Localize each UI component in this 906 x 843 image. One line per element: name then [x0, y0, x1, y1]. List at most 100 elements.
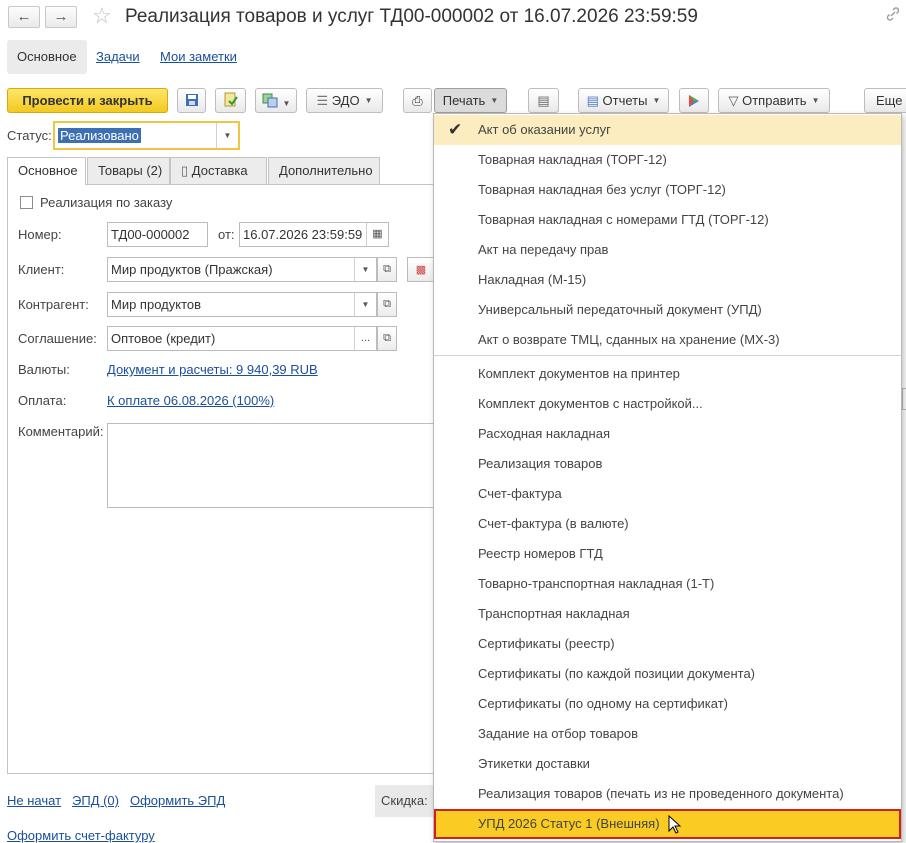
arrow-left-icon: ←	[16, 8, 32, 25]
menu-item-doc-set-printer[interactable]: Комплект документов на принтер	[434, 359, 901, 389]
counterparty-label: Контрагент:	[18, 297, 89, 312]
menu-item-torg12-no-services[interactable]: Товарная накладная без услуг (ТОРГ-12)	[434, 175, 901, 205]
client-field[interactable]: Мир продуктов (Пражская) ▼	[107, 257, 377, 282]
client-label: Клиент:	[18, 262, 65, 277]
menu-item-picking-task[interactable]: Задание на отбор товаров	[434, 719, 901, 749]
agreement-label: Соглашение:	[18, 331, 97, 346]
share-button[interactable]	[679, 88, 709, 113]
form-tab-additional[interactable]: Дополнительно	[268, 157, 380, 184]
link-icon[interactable]	[885, 6, 901, 27]
tab-tasks[interactable]: Задачи	[86, 40, 150, 74]
card-icon: ▩	[415, 264, 427, 276]
tab-main[interactable]: Основное	[7, 40, 87, 74]
tab-my-notes[interactable]: Мои заметки	[150, 40, 247, 74]
menu-item-tax-invoice[interactable]: Счет-фактура	[434, 479, 901, 509]
edo-label: ЭДО	[331, 93, 360, 108]
send-icon: ▽	[728, 93, 739, 108]
open-icon: ⧉	[383, 263, 391, 275]
menu-item-torg12[interactable]: Товарная накладная (ТОРГ-12)	[434, 145, 901, 175]
number-field[interactable]: ТД00-000002	[107, 222, 208, 247]
open-client-button[interactable]: ⧉	[377, 257, 397, 282]
payment-label: Оплата:	[18, 393, 67, 408]
client-value: Мир продуктов (Пражская)	[111, 262, 273, 277]
post-button[interactable]	[215, 88, 246, 113]
more-button[interactable]: Еще	[864, 88, 906, 113]
client-card-button[interactable]: ▩	[407, 257, 435, 282]
menu-item-certificates-one[interactable]: Сертификаты (по одному на сертификат)	[434, 689, 901, 719]
edo-icon: ☰	[316, 93, 329, 108]
chevron-down-icon[interactable]: ▼	[354, 258, 376, 281]
comment-label: Комментарий:	[18, 424, 104, 439]
menu-item-certificates-each[interactable]: Сертификаты (по каждой позиции документа…	[434, 659, 901, 689]
menu-item-1t[interactable]: Товарно-транспортная накладная (1-Т)	[434, 569, 901, 599]
currency-link[interactable]: Документ и расчеты: 9 940,39 RUB	[107, 362, 318, 377]
by-order-label: Реализация по заказу	[40, 195, 173, 210]
agreement-value: Оптовое (кредит)	[111, 331, 216, 346]
form-tab-delivery[interactable]: ▯ Доставка	[170, 157, 267, 184]
mouse-cursor-icon	[668, 814, 682, 838]
menu-item-gtd-register[interactable]: Реестр номеров ГТД	[434, 539, 901, 569]
comment-textarea[interactable]	[107, 423, 447, 508]
open-agreement-button[interactable]: ⧉	[377, 326, 397, 351]
print-button[interactable]: Печать ▼	[434, 88, 507, 113]
invoice-link[interactable]: Оформить счет-фактуру	[7, 828, 155, 843]
favorite-star-icon[interactable]: ☆	[92, 3, 112, 29]
menu-item-upd[interactable]: Универсальный передаточный документ (УПД…	[434, 295, 901, 325]
menu-item-mx3[interactable]: Акт о возврате ТМЦ, сданных на хранение …	[434, 325, 901, 355]
form-tab-main[interactable]: Основное	[7, 157, 86, 185]
reports-label: Отчеты	[602, 93, 648, 108]
comment-bubble-icon: ▯	[181, 163, 189, 178]
reports-button[interactable]: ▤ Отчеты ▼	[578, 88, 669, 113]
make-epd-link[interactable]: Оформить ЭПД	[130, 793, 225, 808]
date-label: от:	[218, 227, 235, 242]
create-based-on-icon	[262, 93, 278, 108]
printer-icon: ⎙	[412, 93, 423, 108]
menu-item-act-services[interactable]: ✔ Акт об оказании услуг	[434, 115, 901, 145]
print-label: Печать	[442, 93, 486, 108]
by-order-checkbox[interactable]	[20, 196, 33, 209]
report-icon: ▤	[586, 93, 599, 108]
forward-button[interactable]: →	[45, 6, 77, 28]
menu-item-rights-transfer[interactable]: Акт на передачу прав	[434, 235, 901, 265]
menu-item-doc-set-settings[interactable]: Комплект документов с настройкой...	[434, 389, 901, 419]
menu-item-sale-unposted[interactable]: Реализация товаров (печать из не проведе…	[434, 779, 901, 809]
currency-label: Валюты:	[18, 362, 70, 377]
edo-button[interactable]: ☰ ЭДО ▼	[306, 88, 383, 113]
status-select[interactable]: Реализовано ▼	[53, 121, 240, 150]
send-button[interactable]: ▽ Отправить ▼	[718, 88, 830, 113]
post-and-close-button[interactable]: Провести и закрыть	[7, 88, 168, 113]
menu-item-torg12-gtd[interactable]: Товарная накладная с номерами ГТД (ТОРГ-…	[434, 205, 901, 235]
payment-link[interactable]: К оплате 06.08.2026 (100%)	[107, 393, 274, 408]
date-field[interactable]: 16.07.2026 23:59:59 ▦	[239, 222, 389, 247]
save-button[interactable]	[177, 88, 206, 113]
menu-item-transport-waybill[interactable]: Транспортная накладная	[434, 599, 901, 629]
counterparty-field[interactable]: Мир продуктов ▼	[107, 292, 377, 317]
back-button[interactable]: ←	[8, 6, 40, 28]
menu-item-expense-invoice[interactable]: Расходная накладная	[434, 419, 901, 449]
menu-item-tax-invoice-currency[interactable]: Счет-фактура (в валюте)	[434, 509, 901, 539]
arrow-right-icon: →	[53, 8, 69, 25]
document-list-icon: ▤	[537, 93, 550, 108]
journal-button[interactable]: ▤	[528, 88, 559, 113]
epd-link[interactable]: ЭПД (0)	[72, 793, 119, 808]
menu-item-label: УПД 2026 Статус 1 (Внешняя)	[478, 816, 660, 831]
create-based-on-button[interactable]: ▼	[255, 88, 297, 113]
number-label: Номер:	[18, 227, 62, 242]
share-play-icon	[689, 95, 699, 107]
not-started-link[interactable]: Не начат	[7, 793, 61, 808]
menu-item-certificates-register[interactable]: Сертификаты (реестр)	[434, 629, 901, 659]
ellipsis-icon[interactable]: ...	[354, 327, 376, 350]
form-tab-goods[interactable]: Товары (2)	[87, 157, 170, 184]
menu-item-goods-sale[interactable]: Реализация товаров	[434, 449, 901, 479]
open-counterparty-button[interactable]: ⧉	[377, 292, 397, 317]
status-value: Реализовано	[58, 128, 141, 143]
quick-print-button[interactable]: ⎙	[403, 88, 432, 113]
discount-label: Скидка:	[375, 785, 435, 817]
calendar-icon[interactable]: ▦	[366, 223, 388, 246]
menu-item-m15[interactable]: Накладная (М-15)	[434, 265, 901, 295]
agreement-field[interactable]: Оптовое (кредит) ...	[107, 326, 377, 351]
chevron-down-icon[interactable]: ▼	[216, 123, 238, 148]
date-value: 16.07.2026 23:59:59	[243, 227, 363, 242]
chevron-down-icon[interactable]: ▼	[354, 293, 376, 316]
menu-item-delivery-labels[interactable]: Этикетки доставки	[434, 749, 901, 779]
